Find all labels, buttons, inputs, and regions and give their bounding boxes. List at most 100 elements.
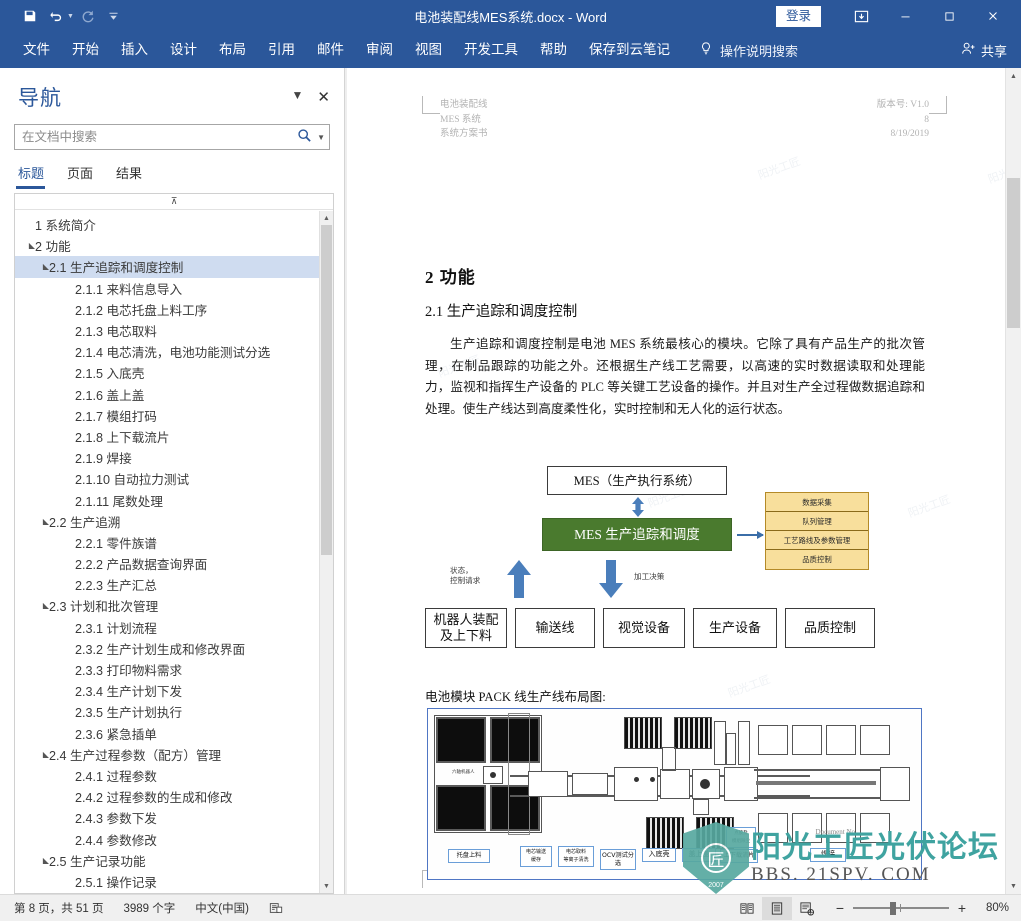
ribbon-tab-save-to-cloud-notes[interactable]: 保存到云笔记 (578, 32, 681, 68)
redo-icon[interactable] (76, 4, 100, 28)
zoom-slider[interactable] (853, 901, 949, 915)
headings-tree[interactable]: 1 系统简介 ◢ 2 功能 ◢ 2.1 生产追踪和调度控制 2.1.1 来料信息导入 2.1… (15, 211, 319, 893)
nav-heading-item[interactable]: 2.1.3 电芯取料 (15, 320, 319, 341)
ribbon-tab-mailings[interactable]: 邮件 (306, 32, 355, 68)
search-input[interactable] (22, 130, 296, 144)
expand-collapse-icon[interactable]: ◢ (23, 241, 35, 250)
nav-heading-item[interactable]: ◢ 2.2 生产追溯 (15, 511, 319, 532)
nav-heading-item[interactable]: ◢ 2 功能 (15, 235, 319, 256)
nav-heading-label: 2.2 生产追溯 (49, 515, 121, 530)
ribbon-tab-layout[interactable]: 布局 (208, 32, 257, 68)
scroll-up-icon[interactable]: ▲ (320, 211, 333, 225)
ribbon-display-options-icon[interactable] (839, 0, 883, 32)
nav-heading-item[interactable]: 2.2.3 生产汇总 (15, 574, 319, 595)
nav-heading-item[interactable]: 2.1.10 自动拉力测试 (15, 468, 319, 489)
nav-heading-item[interactable]: 2.1.5 入底壳 (15, 362, 319, 383)
navigation-scrollbar[interactable]: ▲ ▼ (319, 211, 333, 893)
expand-collapse-icon[interactable]: ◢ (37, 601, 49, 610)
nav-heading-item[interactable]: 2.4.2 过程参数的生成和修改 (15, 786, 319, 807)
doc-scroll-down-icon[interactable]: ▼ (1006, 878, 1021, 894)
nav-heading-item[interactable]: 2.1.11 尾数处理 (15, 489, 319, 510)
ribbon-tab-help[interactable]: 帮助 (529, 32, 578, 68)
zoom-level-label[interactable]: 80% (975, 902, 1009, 914)
zoom-slider-handle[interactable] (890, 902, 896, 915)
tab-headings[interactable]: 标题 (14, 160, 55, 189)
nav-heading-item[interactable]: 2.2.1 零件族谱 (15, 532, 319, 553)
nav-heading-item[interactable]: 2.1.4 电芯清洗，电池功能测试分选 (15, 341, 319, 362)
search-icon[interactable] (295, 128, 314, 146)
tab-pages[interactable]: 页面 (63, 160, 104, 189)
ribbon-tab-insert[interactable]: 插入 (110, 32, 159, 68)
nav-heading-item[interactable]: 2.4.3 参数下发 (15, 807, 319, 828)
proofing-icon[interactable] (269, 901, 283, 915)
scrollbar-thumb[interactable] (321, 225, 332, 555)
scroll-down-icon[interactable]: ▼ (320, 879, 333, 893)
nav-heading-item[interactable]: ◢ 2.4 生产过程参数（配方）管理 (15, 744, 319, 765)
zoom-out-button[interactable]: − (834, 900, 846, 916)
ribbon-tab-home[interactable]: 开始 (61, 32, 110, 68)
search-options-dropdown-icon[interactable]: ▼ (314, 133, 325, 142)
nav-heading-item[interactable]: ◢ 2.5 生产记录功能 (15, 850, 319, 871)
nav-heading-item[interactable]: 2.3.1 计划流程 (15, 617, 319, 638)
language-indicator[interactable]: 中文(中国) (195, 900, 249, 916)
nav-heading-item[interactable]: 2.1.6 盖上盖 (15, 384, 319, 405)
nav-heading-item[interactable]: 2.3.6 紧急插单 (15, 723, 319, 744)
tell-me-search[interactable]: 操作说明搜索 (699, 41, 798, 60)
nav-heading-item[interactable]: 2.1.1 来料信息导入 (15, 278, 319, 299)
undo-dropdown-icon[interactable]: ▼ (67, 13, 74, 20)
close-button[interactable] (971, 0, 1015, 32)
nav-heading-item[interactable]: 2.1.7 模组打码 (15, 405, 319, 426)
ribbon-tab-view[interactable]: 视图 (404, 32, 453, 68)
diagram-box-quality-control: 品质控制 (785, 608, 875, 648)
nav-heading-item[interactable]: 2.3.5 生产计划执行 (15, 701, 319, 722)
nav-heading-item[interactable]: 2.2.2 产品数据查询界面 (15, 553, 319, 574)
chevron-down-icon[interactable]: ▼ (292, 88, 304, 106)
nav-heading-item[interactable]: ◢ 2.1 生产追踪和调度控制 (15, 256, 319, 278)
nav-heading-item[interactable]: 2.4.1 过程参数 (15, 765, 319, 786)
nav-heading-item[interactable]: 2.1.8 上下载流片 (15, 426, 319, 447)
nav-heading-item[interactable]: 2.3.4 生产计划下发 (15, 680, 319, 701)
nav-heading-item[interactable]: 2.1.2 电芯托盘上料工序 (15, 299, 319, 320)
nav-heading-item[interactable]: 2.5.1 操作记录 (15, 871, 319, 892)
expand-collapse-icon[interactable]: ◢ (37, 262, 49, 271)
ribbon-tab-review[interactable]: 审阅 (355, 32, 404, 68)
doc-scroll-up-icon[interactable]: ▲ (1006, 68, 1021, 84)
nav-heading-label: 2.4.3 参数下发 (75, 812, 157, 827)
page-info[interactable]: 第 8 页，共 51 页 (14, 900, 103, 916)
sign-in-button[interactable]: 登录 (775, 5, 821, 27)
share-button[interactable]: 共享 (961, 41, 1007, 60)
document-area[interactable]: 阳光工匠 阳光工匠 阳光工匠 阳光工匠 阳光工匠 阳光工匠 阳光工匠 电池装配线… (345, 68, 1021, 894)
nav-heading-label: 2.1.1 来料信息导入 (75, 282, 183, 297)
headings-collapse-bar[interactable]: ⊼ (15, 194, 333, 210)
zoom-control[interactable]: − + 80% (834, 900, 1009, 916)
read-mode-button[interactable] (732, 897, 762, 920)
ribbon-tab-developer[interactable]: 开发工具 (453, 32, 529, 68)
document-scrollbar[interactable]: ▲ ▼ (1005, 68, 1021, 894)
maximize-button[interactable] (927, 0, 971, 32)
nav-heading-item[interactable]: ◢ 2.3 计划和批次管理 (15, 595, 319, 616)
zoom-in-button[interactable]: + (956, 900, 968, 916)
nav-heading-item[interactable]: 2.3.3 打印物料需求 (15, 659, 319, 680)
nav-heading-item[interactable]: 2.1.9 焊接 (15, 447, 319, 468)
nav-heading-item[interactable]: 2.4.4 参数修改 (15, 828, 319, 849)
close-icon[interactable]: ✕ (317, 88, 330, 106)
doc-scrollbar-thumb[interactable] (1007, 178, 1020, 328)
minimize-button[interactable] (883, 0, 927, 32)
ribbon-tab-references[interactable]: 引用 (257, 32, 306, 68)
ribbon-tab-file[interactable]: 文件 (12, 32, 61, 68)
customize-qat-icon[interactable] (102, 4, 126, 28)
ribbon-tab-design[interactable]: 设计 (159, 32, 208, 68)
nav-heading-item[interactable]: 1 系统简介 (15, 214, 319, 235)
nav-heading-item[interactable]: 2.3.2 生产计划生成和修改界面 (15, 638, 319, 659)
save-icon[interactable] (18, 4, 42, 28)
undo-icon[interactable] (44, 4, 68, 28)
tab-results[interactable]: 结果 (112, 160, 153, 189)
expand-collapse-icon[interactable]: ◢ (37, 750, 49, 759)
document-page[interactable]: 阳光工匠 阳光工匠 阳光工匠 阳光工匠 阳光工匠 阳光工匠 阳光工匠 电池装配线… (347, 68, 1021, 894)
expand-collapse-icon[interactable]: ◢ (37, 856, 49, 865)
search-box[interactable]: ▼ (14, 124, 330, 150)
word-count[interactable]: 3989 个字 (123, 900, 175, 916)
expand-collapse-icon[interactable]: ◢ (37, 517, 49, 526)
print-layout-button[interactable] (762, 896, 792, 920)
web-layout-button[interactable] (792, 897, 822, 920)
